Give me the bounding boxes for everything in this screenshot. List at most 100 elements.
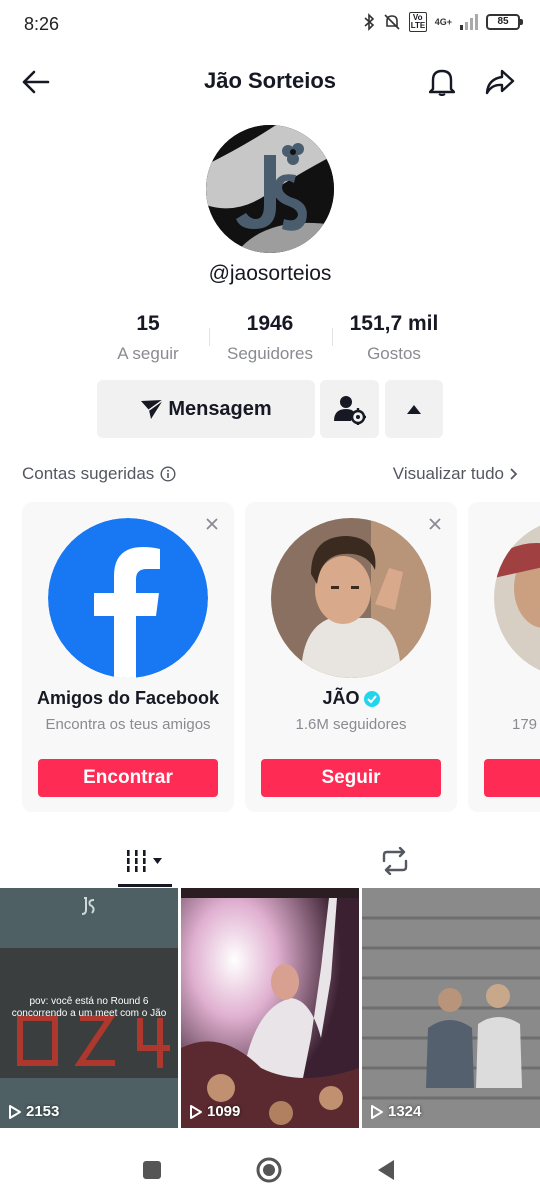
play-icon xyxy=(9,1104,21,1119)
facebook-icon xyxy=(48,518,208,678)
profile-photo xyxy=(271,518,431,678)
stat-likes[interactable]: 151,7 mil Gostos xyxy=(340,312,448,364)
square-icon xyxy=(143,1161,161,1179)
video-caption: pov: você está no Round 6 concorrendo a … xyxy=(11,996,167,1019)
friend-settings-button[interactable] xyxy=(320,380,379,438)
dismiss-button[interactable] xyxy=(202,514,222,534)
suggestion-name-text: Amigos do Facebook xyxy=(36,688,220,708)
suggestion-card-jao[interactable]: JÃO 1.6M seguidores Seguir xyxy=(245,502,457,812)
notifications-button[interactable] xyxy=(422,62,462,102)
view-count: 2153 xyxy=(8,1103,59,1120)
suggestion-card-partial[interactable]: 179 xyxy=(468,502,540,812)
suggested-title: Contas sugeridas xyxy=(22,464,155,483)
send-icon xyxy=(141,399,164,419)
expand-suggestions-button[interactable] xyxy=(385,380,443,438)
play-icon xyxy=(190,1104,202,1119)
volte-badge: Vo LTE xyxy=(408,12,427,32)
battery-icon: 85 xyxy=(486,14,523,30)
message-label: Mensagem xyxy=(168,397,272,420)
stat-followers[interactable]: 1946 Seguidores xyxy=(216,312,324,364)
view-count-text: 1324 xyxy=(388,1103,422,1120)
signal-icon xyxy=(460,14,478,30)
suggestion-name: JÃO xyxy=(245,688,457,709)
caret-up-icon xyxy=(407,404,421,414)
network-type: 4G+ xyxy=(434,16,452,27)
suggestion-subtitle: 179 xyxy=(512,716,538,733)
close-icon xyxy=(429,518,441,530)
chevron-right-icon xyxy=(510,468,518,480)
following-count: 15 xyxy=(136,312,160,335)
back-nav-button[interactable] xyxy=(372,1156,400,1184)
view-count: 1099 xyxy=(189,1103,240,1120)
view-count: 1324 xyxy=(370,1103,421,1120)
message-button[interactable]: Mensagem xyxy=(97,380,315,438)
dismiss-button[interactable] xyxy=(425,514,445,534)
tab-active-indicator xyxy=(118,884,172,887)
profile-avatar[interactable] xyxy=(206,125,334,253)
likes-count: 151,7 mil xyxy=(349,312,439,335)
tab-videos[interactable] xyxy=(10,834,280,888)
video-grid: pov: você está no Round 6 concorrendo a … xyxy=(0,888,540,1140)
user-settings-icon xyxy=(333,396,366,425)
view-all-label: Visualizar tudo xyxy=(392,464,504,483)
profile-logo-image xyxy=(206,125,334,253)
video-tile[interactable]: 1324 xyxy=(362,888,540,1128)
circle-icon xyxy=(256,1157,282,1183)
view-count-text: 1099 xyxy=(207,1103,241,1120)
suggestion-avatar xyxy=(494,518,540,678)
bluetooth-icon xyxy=(364,13,374,31)
find-friends-button[interactable]: Encontrar xyxy=(38,759,218,797)
suggested-title-row: Contas sugeridas xyxy=(22,464,176,484)
suggestion-name: Amigos do Facebook xyxy=(22,688,234,709)
share-button[interactable] xyxy=(480,62,520,102)
followers-count: 1946 xyxy=(246,312,294,335)
tab-reposts[interactable] xyxy=(260,834,530,888)
suggestion-name-text: JÃO xyxy=(322,688,360,708)
stat-following[interactable]: 15 A seguir xyxy=(96,312,200,364)
suggestion-subtitle: 1.6M seguidores xyxy=(295,716,407,733)
followers-label: Seguidores xyxy=(226,344,313,363)
suggestion-subtitle: Encontra os teus amigos xyxy=(45,716,211,733)
home-button[interactable] xyxy=(255,1156,283,1184)
follow-button[interactable]: Seguir xyxy=(261,759,441,797)
suggestion-card-facebook[interactable]: Amigos do Facebook Encontra os teus amig… xyxy=(22,502,234,812)
video-thumbnail xyxy=(181,888,359,1128)
likes-label: Gostos xyxy=(367,344,421,363)
share-icon xyxy=(485,69,515,95)
profile-photo xyxy=(494,518,540,678)
grid-icon xyxy=(125,850,162,872)
video-thumbnail xyxy=(362,888,540,1128)
top-nav: Jão Sorteios xyxy=(0,56,540,106)
view-count-text: 2153 xyxy=(26,1103,60,1120)
profile-stats: 15 A seguir 1946 Seguidores 151,7 mil Go… xyxy=(0,312,540,372)
video-tile[interactable]: pov: você está no Round 6 concorrendo a … xyxy=(0,888,178,1128)
status-bar: 8:26 Vo LTE 4G+ 85 xyxy=(0,0,540,50)
stat-divider xyxy=(332,328,333,346)
recents-button[interactable] xyxy=(138,1156,166,1184)
play-icon xyxy=(371,1104,383,1119)
close-icon xyxy=(206,518,218,530)
bell-icon xyxy=(429,69,455,96)
verified-badge-icon xyxy=(363,690,380,707)
status-time: 8:26 xyxy=(24,14,60,34)
profile-actions: Mensagem xyxy=(0,380,540,440)
suggested-accounts: Amigos do Facebook Encontra os teus amig… xyxy=(0,502,540,814)
suggested-header: Contas sugeridas Visualizar tudo xyxy=(0,464,540,488)
info-icon[interactable] xyxy=(160,466,176,482)
stat-divider xyxy=(209,328,210,346)
status-icons: Vo LTE 4G+ 85 xyxy=(363,12,523,32)
back-arrow-icon xyxy=(22,70,50,94)
view-all-link[interactable]: Visualizar tudo xyxy=(393,464,518,484)
facebook-logo xyxy=(48,518,208,678)
system-nav-bar xyxy=(0,1140,540,1200)
mute-bell-icon xyxy=(384,14,400,30)
following-label: A seguir xyxy=(117,344,179,363)
content-tabs xyxy=(0,834,540,888)
suggestion-avatar xyxy=(271,518,431,678)
video-tile[interactable]: 1099 xyxy=(181,888,359,1128)
triangle-back-icon xyxy=(378,1160,394,1180)
follow-button[interactable] xyxy=(484,759,540,797)
back-button[interactable] xyxy=(16,62,56,102)
repost-icon xyxy=(382,847,408,875)
username: @jaosorteios xyxy=(208,262,332,285)
